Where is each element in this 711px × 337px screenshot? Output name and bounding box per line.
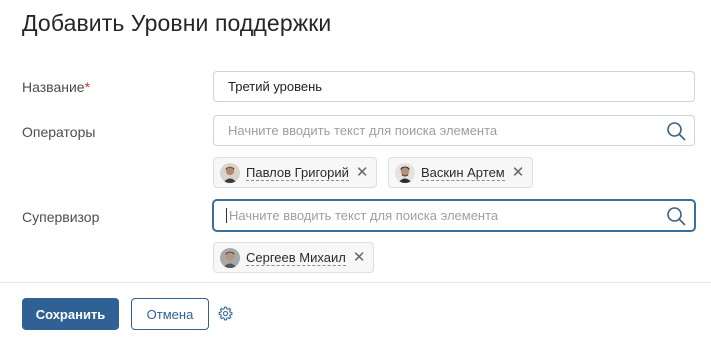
operator-name-link[interactable]: Васкин Артем bbox=[421, 165, 505, 181]
supervisor-name-link[interactable]: Сергеев Михаил bbox=[246, 250, 346, 266]
operators-placeholder: Начните вводить текст для поиска элемент… bbox=[228, 123, 498, 138]
supervisor-search-input[interactable]: Начните вводить текст для поиска элемент… bbox=[213, 200, 695, 231]
operators-label: Операторы bbox=[22, 124, 96, 140]
operator-name-link[interactable]: Павлов Григорий bbox=[246, 165, 349, 181]
search-icon[interactable] bbox=[666, 121, 686, 141]
avatar bbox=[395, 162, 415, 183]
footer-divider bbox=[0, 282, 711, 283]
avatar bbox=[220, 162, 240, 183]
required-mark: * bbox=[84, 79, 91, 95]
operator-chip: Васкин Артем ✕ bbox=[388, 157, 534, 188]
dialog-title: Добавить Уровни поддержки bbox=[22, 10, 332, 36]
text-caret bbox=[226, 208, 227, 223]
operators-search-input[interactable]: Начните вводить текст для поиска элемент… bbox=[213, 115, 695, 146]
close-icon[interactable]: ✕ bbox=[356, 165, 369, 180]
close-icon[interactable]: ✕ bbox=[512, 165, 525, 180]
avatar bbox=[220, 247, 240, 268]
search-icon[interactable] bbox=[666, 206, 686, 226]
name-label: Название* bbox=[22, 79, 91, 95]
gear-icon[interactable] bbox=[218, 306, 233, 321]
name-input-value: Третий уровень bbox=[228, 79, 323, 94]
save-button[interactable]: Сохранить bbox=[22, 298, 119, 330]
cancel-button[interactable]: Отмена bbox=[131, 298, 209, 330]
close-icon[interactable]: ✕ bbox=[353, 250, 366, 265]
name-input[interactable]: Третий уровень bbox=[213, 71, 695, 102]
supervisor-placeholder: Начните вводить текст для поиска элемент… bbox=[229, 208, 499, 223]
operator-chip: Павлов Григорий ✕ bbox=[213, 157, 378, 188]
supervisor-label: Супервизор bbox=[22, 209, 100, 225]
supervisor-chip: Сергеев Михаил ✕ bbox=[213, 242, 375, 273]
